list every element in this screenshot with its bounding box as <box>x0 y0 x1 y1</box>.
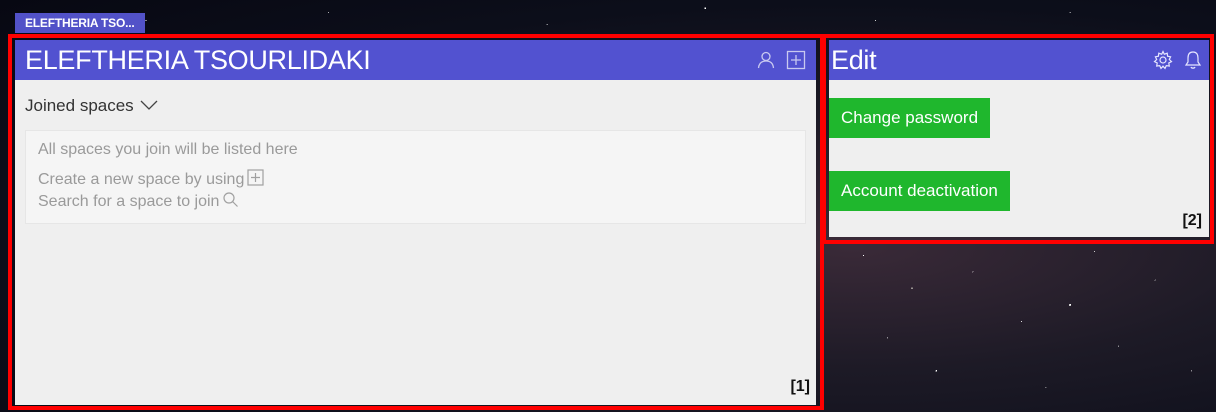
annotation-label-2: [2] <box>1182 212 1202 229</box>
window-tab[interactable]: ELEFTHERIA TSO... <box>15 13 145 33</box>
annotation-label-1: [1] <box>790 378 810 395</box>
annotation-box-1: [1] <box>8 34 824 410</box>
annotation-box-2: [2] <box>822 34 1214 244</box>
